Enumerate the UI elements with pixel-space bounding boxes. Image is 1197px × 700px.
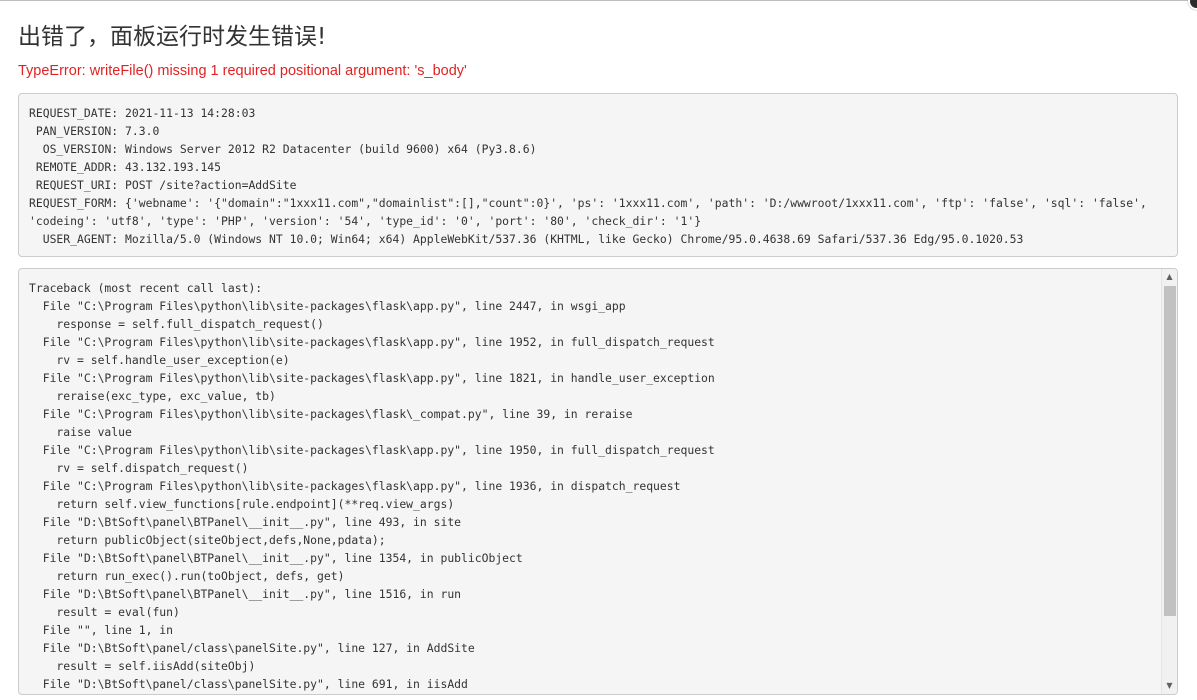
close-icon[interactable] — [1188, 0, 1197, 10]
traceback-line: return run_exec().run(toObject, defs, ge… — [29, 569, 345, 583]
traceback-line: File "C:\Program Files\python\lib\site-p… — [29, 371, 715, 385]
traceback-line: File "C:\Program Files\python\lib\site-p… — [29, 443, 715, 457]
traceback-content: Traceback (most recent call last): File … — [29, 279, 1154, 693]
vertical-scrollbar[interactable]: ▲ ▼ — [1161, 269, 1177, 694]
scroll-down-icon[interactable]: ▼ — [1162, 678, 1177, 694]
error-message: TypeError: writeFile() missing 1 require… — [18, 63, 467, 79]
traceback-line: result = eval(fun) — [29, 605, 180, 619]
traceback-line: File "D:\BtSoft\panel\BTPanel\__init__.p… — [29, 551, 523, 565]
traceback-line: File "D:\BtSoft\panel\BTPanel\__init__.p… — [29, 587, 462, 601]
traceback-line: reraise(exc_type, exc_value, tb) — [29, 389, 276, 403]
traceback-line: result = self.iisAdd(siteObj) — [29, 659, 256, 673]
traceback-panel: Traceback (most recent call last): File … — [18, 268, 1178, 695]
traceback-line: File "C:\Program Files\python\lib\site-p… — [29, 299, 626, 313]
scroll-up-icon[interactable]: ▲ — [1162, 269, 1177, 285]
traceback-line: Traceback (most recent call last): — [29, 281, 263, 295]
traceback-text: Traceback (most recent call last): File … — [29, 279, 1154, 693]
traceback-line: rv = self.dispatch_request() — [29, 461, 249, 475]
traceback-line: rv = self.handle_user_exception(e) — [29, 353, 290, 367]
error-page: 出错了，面板运行时发生错误! TypeError: writeFile() mi… — [0, 0, 1197, 700]
traceback-line: File "C:\Program Files\python\lib\site-p… — [29, 407, 633, 421]
request-info-text: REQUEST_DATE: 2021-11-13 14:28:03 PAN_VE… — [29, 106, 1147, 246]
traceback-line: response = self.full_dispatch_request() — [29, 317, 324, 331]
page-title: 出错了，面板运行时发生错误! — [18, 24, 327, 50]
traceback-line: File "C:\Program Files\python\lib\site-p… — [29, 479, 681, 493]
traceback-line: File "D:\BtSoft\panel\BTPanel\__init__.p… — [29, 515, 462, 529]
scrollbar-thumb[interactable] — [1164, 286, 1176, 616]
traceback-line: raise value — [29, 425, 132, 439]
traceback-line: return publicObject(siteObject,defs,None… — [29, 533, 386, 547]
traceback-line: File "C:\Program Files\python\lib\site-p… — [29, 335, 715, 349]
traceback-line: File "D:\BtSoft\panel/class\panelSite.py… — [29, 641, 475, 655]
request-info-panel: REQUEST_DATE: 2021-11-13 14:28:03 PAN_VE… — [18, 93, 1178, 257]
traceback-line: File "", line 1, in — [29, 623, 174, 637]
traceback-line: return self.view_functions[rule.endpoint… — [29, 497, 455, 511]
traceback-line: File "D:\BtSoft\panel/class\panelSite.py… — [29, 677, 468, 691]
